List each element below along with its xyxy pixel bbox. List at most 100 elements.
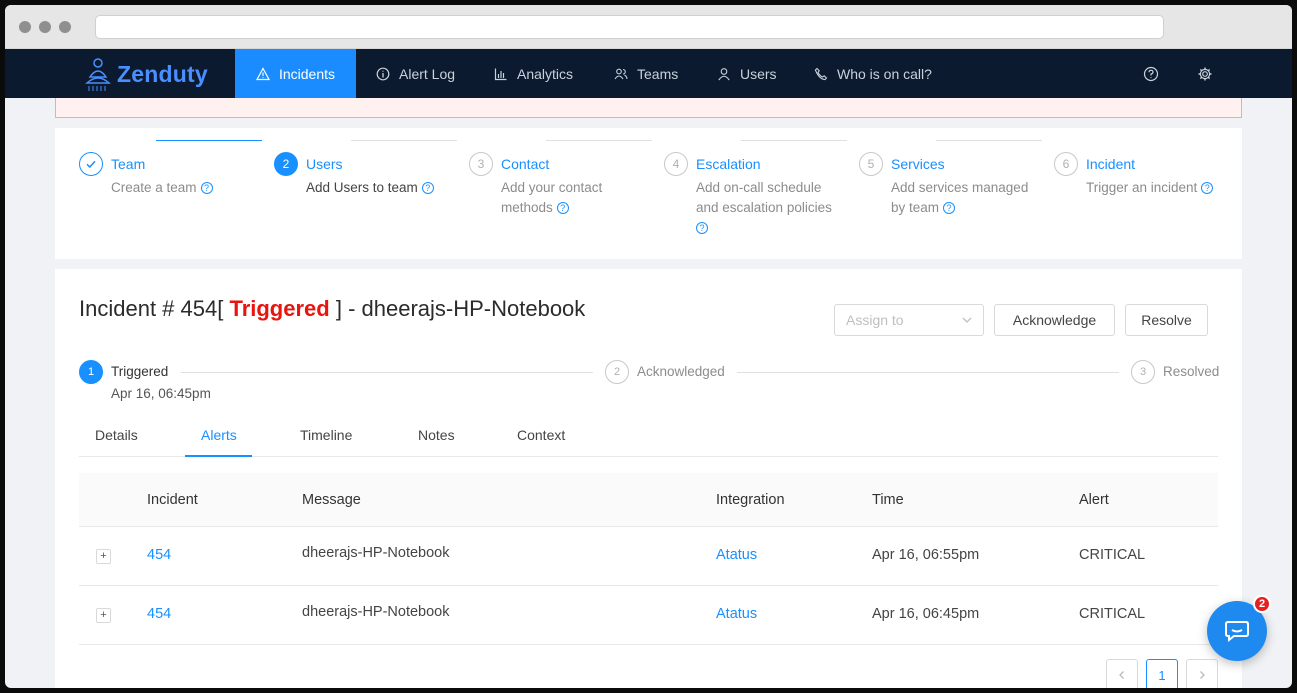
column-header[interactable]: Integration <box>716 492 785 508</box>
user-icon <box>718 67 730 80</box>
progress-step-label: Resolved <box>1163 364 1220 379</box>
alert-message: dheerajs-HP-Notebook <box>302 604 450 620</box>
progress-step-number: 2 <box>605 360 629 384</box>
chevron-left-icon <box>1119 671 1124 679</box>
step-connector <box>156 140 262 141</box>
chat-icon <box>1225 621 1249 642</box>
step-description: Add your contact methods? <box>501 180 603 215</box>
tab-timeline[interactable]: Timeline <box>300 427 352 443</box>
incident-detail-card: Incident # 454[ Triggered ] - dheerajs-H… <box>55 269 1242 688</box>
column-header[interactable]: Time <box>872 492 904 508</box>
alert-time: Apr 16, 06:55pm <box>872 547 980 563</box>
step-connector <box>546 140 652 141</box>
tab-context[interactable]: Context <box>517 427 565 443</box>
alert-severity: CRITICAL <box>1079 547 1146 563</box>
nav-users[interactable]: Users <box>717 49 777 98</box>
nav-label: Users <box>740 65 777 82</box>
column-header[interactable]: Incident <box>147 492 198 508</box>
step-number: 5 <box>859 152 883 176</box>
tab-alerts[interactable]: Alerts <box>201 427 237 443</box>
nav-teams[interactable]: Teams <box>614 49 678 98</box>
assign-to-select[interactable]: Assign to <box>834 304 984 336</box>
incident-title: Incident # 454[ Triggered ] - dheerajs-H… <box>79 296 586 321</box>
nav-label: Alert Log <box>399 65 456 82</box>
window-maximize-dot[interactable] <box>59 21 71 33</box>
alert-time: Apr 16, 06:45pm <box>872 606 980 622</box>
top-navbar: Zenduty Incidents Alert Log Analytics Te… <box>5 49 1292 98</box>
step-title: Team <box>111 156 154 172</box>
assign-placeholder: Assign to <box>846 312 904 328</box>
acknowledge-button[interactable]: Acknowledge <box>994 304 1115 336</box>
step-title: Incident <box>1086 156 1144 172</box>
incident-link[interactable]: 454 <box>147 547 171 563</box>
nav-analytics[interactable]: Analytics <box>494 49 573 98</box>
alert-message: dheerajs-HP-Notebook <box>302 545 450 561</box>
help-icon[interactable] <box>1143 66 1159 82</box>
step-connector <box>936 140 1042 141</box>
nav-label: Incidents <box>278 65 336 82</box>
step-number: 2 <box>274 152 298 176</box>
help-icon[interactable]: ? <box>1201 182 1214 195</box>
step-number: 3 <box>469 152 493 176</box>
table-header: Incident Message Integration Time Alert <box>79 473 1218 527</box>
help-icon[interactable]: ? <box>421 182 434 195</box>
nav-incidents[interactable]: Incidents <box>235 49 356 98</box>
nav-label: Teams <box>637 65 679 82</box>
resolve-button[interactable]: Resolve <box>1125 304 1208 336</box>
brand-logo[interactable]: Zenduty <box>83 55 208 93</box>
window-minimize-dot[interactable] <box>39 21 51 33</box>
nav-alert-log[interactable]: Alert Log <box>376 49 455 98</box>
alerts-table: Incident Message Integration Time Alert … <box>79 473 1218 645</box>
progress-step-label: Triggered <box>111 364 169 379</box>
step-description: Create a team? <box>111 178 266 198</box>
help-icon[interactable]: ? <box>200 182 213 195</box>
table-row[interactable]: + 454 dheerajs-HP-Notebook Atatus Apr 16… <box>79 586 1218 645</box>
brand-name: Zenduty <box>117 60 208 87</box>
window-close-dot[interactable] <box>19 21 31 33</box>
active-tab-indicator <box>185 455 252 457</box>
browser-window: Zenduty Incidents Alert Log Analytics Te… <box>5 5 1292 688</box>
zenduty-logo-icon <box>85 58 111 91</box>
step-title: Escalation <box>696 156 769 172</box>
help-icon[interactable]: ? <box>943 202 956 215</box>
step-title: Contact <box>501 156 558 172</box>
progress-connector <box>737 372 1119 373</box>
expand-row-icon[interactable]: + <box>96 549 111 564</box>
onboarding-steps-card: Team Create a team? 2 Users Add Users to… <box>55 128 1242 259</box>
step-description: Add Users to team? <box>306 178 461 198</box>
tab-notes[interactable]: Notes <box>418 427 455 443</box>
progress-step-label: Acknowledged <box>637 364 725 379</box>
step-description: Add on-call schedule and escalation poli… <box>696 180 832 235</box>
progress-connector <box>181 372 593 373</box>
step-connector <box>741 140 847 141</box>
settings-icon[interactable] <box>1197 66 1213 82</box>
column-header[interactable]: Alert <box>1079 492 1109 508</box>
triggered-time: Apr 16, 06:45pm <box>111 386 211 401</box>
step-title: Services <box>891 156 953 172</box>
column-header[interactable]: Message <box>302 492 361 508</box>
info-icon <box>376 67 390 80</box>
table-row[interactable]: + 454 dheerajs-HP-Notebook Atatus Apr 16… <box>79 527 1218 586</box>
bar-chart-icon <box>494 68 507 80</box>
incident-tabs: Details Alerts Timeline Notes Context <box>79 417 1218 457</box>
check-icon <box>79 152 103 176</box>
address-bar[interactable] <box>95 15 1164 39</box>
chevron-down-icon <box>962 317 972 323</box>
pagination-prev[interactable] <box>1106 659 1138 688</box>
phone-icon <box>814 67 828 80</box>
alert-banner <box>55 98 1242 118</box>
pagination-page[interactable]: 1 <box>1146 659 1178 688</box>
integration-link[interactable]: Atatus <box>716 547 757 563</box>
incident-status: Triggered <box>229 296 330 321</box>
help-icon[interactable]: ? <box>556 202 569 215</box>
step-number: 4 <box>664 152 688 176</box>
alert-severity: CRITICAL <box>1079 606 1146 622</box>
step-description: Trigger an incident? <box>1086 178 1246 198</box>
nav-who-is-on-call[interactable]: Who is on call? <box>814 49 932 98</box>
incident-link[interactable]: 454 <box>147 606 171 622</box>
pagination-next[interactable] <box>1186 659 1218 688</box>
tab-details[interactable]: Details <box>95 427 138 443</box>
expand-row-icon[interactable]: + <box>96 608 111 623</box>
integration-link[interactable]: Atatus <box>716 606 757 622</box>
help-icon[interactable]: ? <box>696 222 708 235</box>
